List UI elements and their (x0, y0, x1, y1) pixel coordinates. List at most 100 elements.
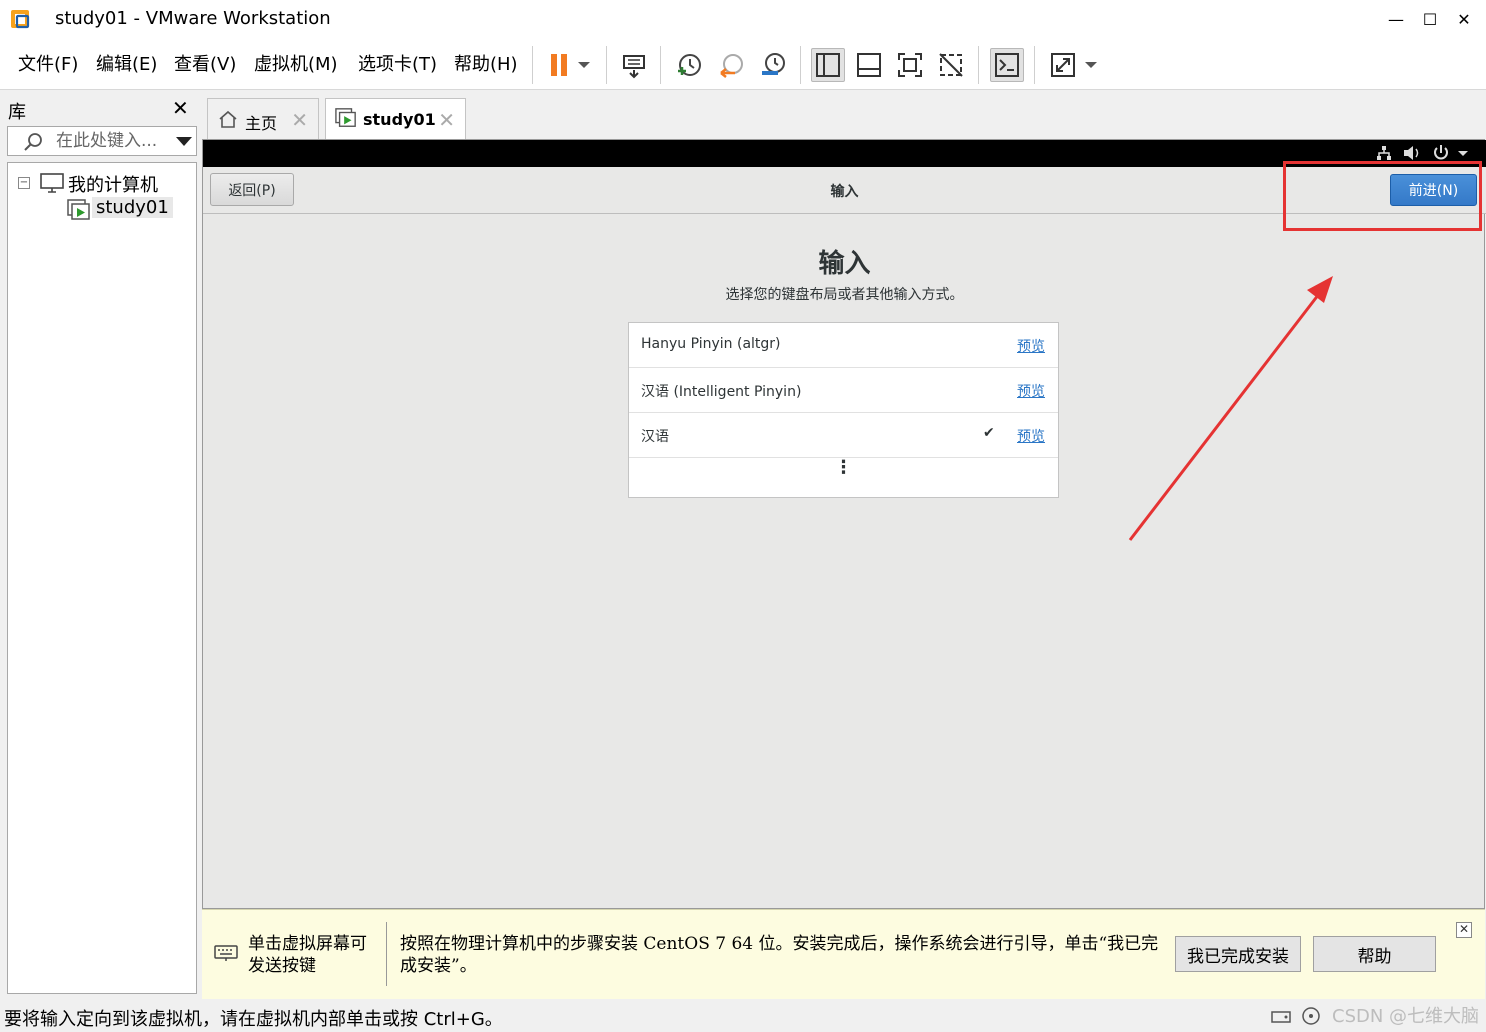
menu-help[interactable]: 帮助(H) (454, 50, 518, 76)
snapshot-button[interactable] (672, 48, 706, 82)
preview-link[interactable]: 预览 (1017, 336, 1045, 356)
tree-collapse-icon[interactable]: − (18, 177, 30, 189)
title-bar: study01 - VMware Workstation — ☐ ✕ (0, 0, 1486, 38)
highlight-box (1283, 161, 1482, 231)
menu-view[interactable]: 查看(V) (174, 50, 236, 76)
menu-file[interactable]: 文件(F) (18, 50, 78, 76)
fullscreen-button[interactable] (893, 48, 927, 82)
snapshot-icon (678, 54, 701, 76)
send-keys-icon (623, 55, 645, 79)
fullscreen-icon (898, 53, 922, 77)
stretch-guest-button[interactable] (1046, 48, 1080, 82)
snapshot-manager-icon (762, 53, 785, 75)
toolbar-separator (1034, 46, 1035, 84)
more-options-icon[interactable]: ⋮ (629, 459, 1058, 477)
search-icon (24, 133, 42, 151)
menu-tabs[interactable]: 选项卡(T) (358, 50, 437, 76)
library-tree: − 我的计算机 study01 (7, 162, 197, 994)
menu-toolbar: 文件(F) 编辑(E) 查看(V) 虚拟机(M) 选项卡(T) 帮助(H) (0, 38, 1486, 90)
power-dropdown-button[interactable] (570, 48, 598, 82)
volume-icon (1404, 146, 1419, 160)
computer-icon (40, 173, 64, 193)
toolbar-separator (800, 46, 801, 84)
toolbar-separator (532, 46, 533, 84)
close-icon: ✕ (1457, 9, 1471, 29)
library-header: 库 ✕ (0, 92, 200, 124)
thumbnail-bar-icon (857, 53, 881, 77)
tab-home-close-icon[interactable]: ✕ (291, 108, 308, 132)
watermark: CSDN @七维大脑 (1332, 1006, 1480, 1027)
hint-close-icon[interactable]: ✕ (1456, 922, 1472, 938)
cd-dvd-icon[interactable] (1300, 1007, 1322, 1025)
vm-running-icon (67, 199, 90, 220)
chevron-down-icon (578, 62, 590, 68)
menu-vm[interactable]: 虚拟机(M) (254, 50, 338, 76)
pause-icon (551, 54, 567, 76)
tree-item-my-computer[interactable]: 我的计算机 (68, 171, 158, 197)
status-text: 要将输入定向到该虚拟机，请在虚拟机内部单击或按 Ctrl+G。 (4, 1009, 503, 1030)
chevron-down-icon (1085, 62, 1097, 68)
hard-disk-icon[interactable] (1270, 1007, 1292, 1025)
snapshot-manager-button[interactable] (756, 48, 790, 82)
keyboard-icon (214, 945, 238, 961)
console-icon (995, 53, 1019, 77)
minimize-button[interactable]: — (1378, 4, 1414, 34)
library-search-input[interactable] (56, 130, 166, 152)
window-title: study01 - VMware Workstation (55, 8, 331, 29)
library-title: 库 (8, 102, 26, 123)
tab-study01[interactable]: study01 ✕ (325, 98, 466, 139)
revert-snapshot-icon (720, 54, 743, 78)
close-button[interactable]: ✕ (1446, 4, 1482, 34)
input-method-list: Hanyu Pinyin (altgr) 预览 汉语 (Intelligent … (628, 322, 1059, 498)
page-title: 输入 (818, 249, 871, 279)
list-item[interactable]: 汉语 (Intelligent Pinyin) 预览 (629, 368, 1058, 413)
help-button[interactable]: 帮助 (1313, 936, 1436, 972)
chevron-down-icon[interactable] (1457, 150, 1469, 158)
click-hint-text: 单击虚拟屏幕可发送按键 (248, 934, 367, 976)
checkmark-icon: ✔ (983, 425, 995, 441)
install-hint-bar: 单击虚拟屏幕可发送按键 按照在物理计算机中的步骤安装 CentOS 7 64 位… (202, 909, 1485, 999)
input-method-label: 汉语 (641, 429, 669, 445)
maximize-button[interactable]: ☐ (1412, 4, 1448, 34)
unity-button[interactable] (934, 48, 968, 82)
send-ctrl-alt-del-button[interactable] (617, 48, 651, 82)
stretch-dropdown-button[interactable] (1078, 48, 1104, 82)
list-item[interactable]: 汉语 ✔ 预览 (629, 413, 1058, 458)
vm-screen[interactable]: 返回(P) 输入 前进(N) 输入 选择您的键盘布局或者其他输入方式。 Hany… (202, 139, 1486, 909)
search-dropdown-icon[interactable] (176, 137, 192, 146)
tree-item-study01[interactable]: study01 (92, 197, 173, 218)
console-view-button[interactable] (990, 48, 1024, 82)
page-subtitle: 选择您的键盘布局或者其他输入方式。 (725, 287, 964, 303)
preview-link[interactable]: 预览 (1017, 381, 1045, 401)
unity-icon (939, 53, 963, 77)
home-icon (219, 110, 237, 128)
network-icon (1377, 146, 1391, 160)
toolbar-separator (660, 46, 661, 84)
show-library-button[interactable] (811, 48, 845, 82)
tab-home-label: 主页 (245, 114, 278, 133)
stretch-icon (1051, 53, 1075, 77)
show-thumbnail-button[interactable] (852, 48, 886, 82)
preview-link[interactable]: 预览 (1017, 426, 1045, 446)
input-method-label: 汉语 (Intelligent Pinyin) (641, 384, 802, 400)
vm-running-icon (335, 108, 356, 127)
input-method-label: Hanyu Pinyin (altgr) (641, 336, 781, 352)
library-search (7, 126, 197, 156)
vmware-logo-icon (11, 10, 30, 29)
list-item[interactable]: Hanyu Pinyin (altgr) 预览 (629, 323, 1058, 368)
power-icon[interactable] (1432, 144, 1450, 162)
maximize-icon: ☐ (1422, 9, 1438, 29)
finished-install-button[interactable]: 我已完成安装 (1175, 936, 1301, 972)
install-instructions: 按照在物理计算机中的步骤安装 CentOS 7 64 位。安装完成后，操作系统会… (400, 934, 1159, 976)
library-close-icon[interactable]: ✕ (172, 96, 189, 120)
minimize-icon: — (1388, 9, 1404, 29)
divider (386, 922, 387, 986)
tab-study01-label: study01 (363, 110, 436, 129)
toolbar-separator (978, 46, 979, 84)
library-view-icon (816, 53, 840, 77)
revert-snapshot-button[interactable] (714, 48, 748, 82)
menu-edit[interactable]: 编辑(E) (96, 50, 157, 76)
tab-home[interactable]: 主页 ✕ (207, 98, 319, 139)
tab-study01-close-icon[interactable]: ✕ (438, 108, 455, 132)
status-bar: 要将输入定向到该虚拟机，请在虚拟机内部单击或按 Ctrl+G。 CSDN @七维… (0, 1000, 1486, 1032)
